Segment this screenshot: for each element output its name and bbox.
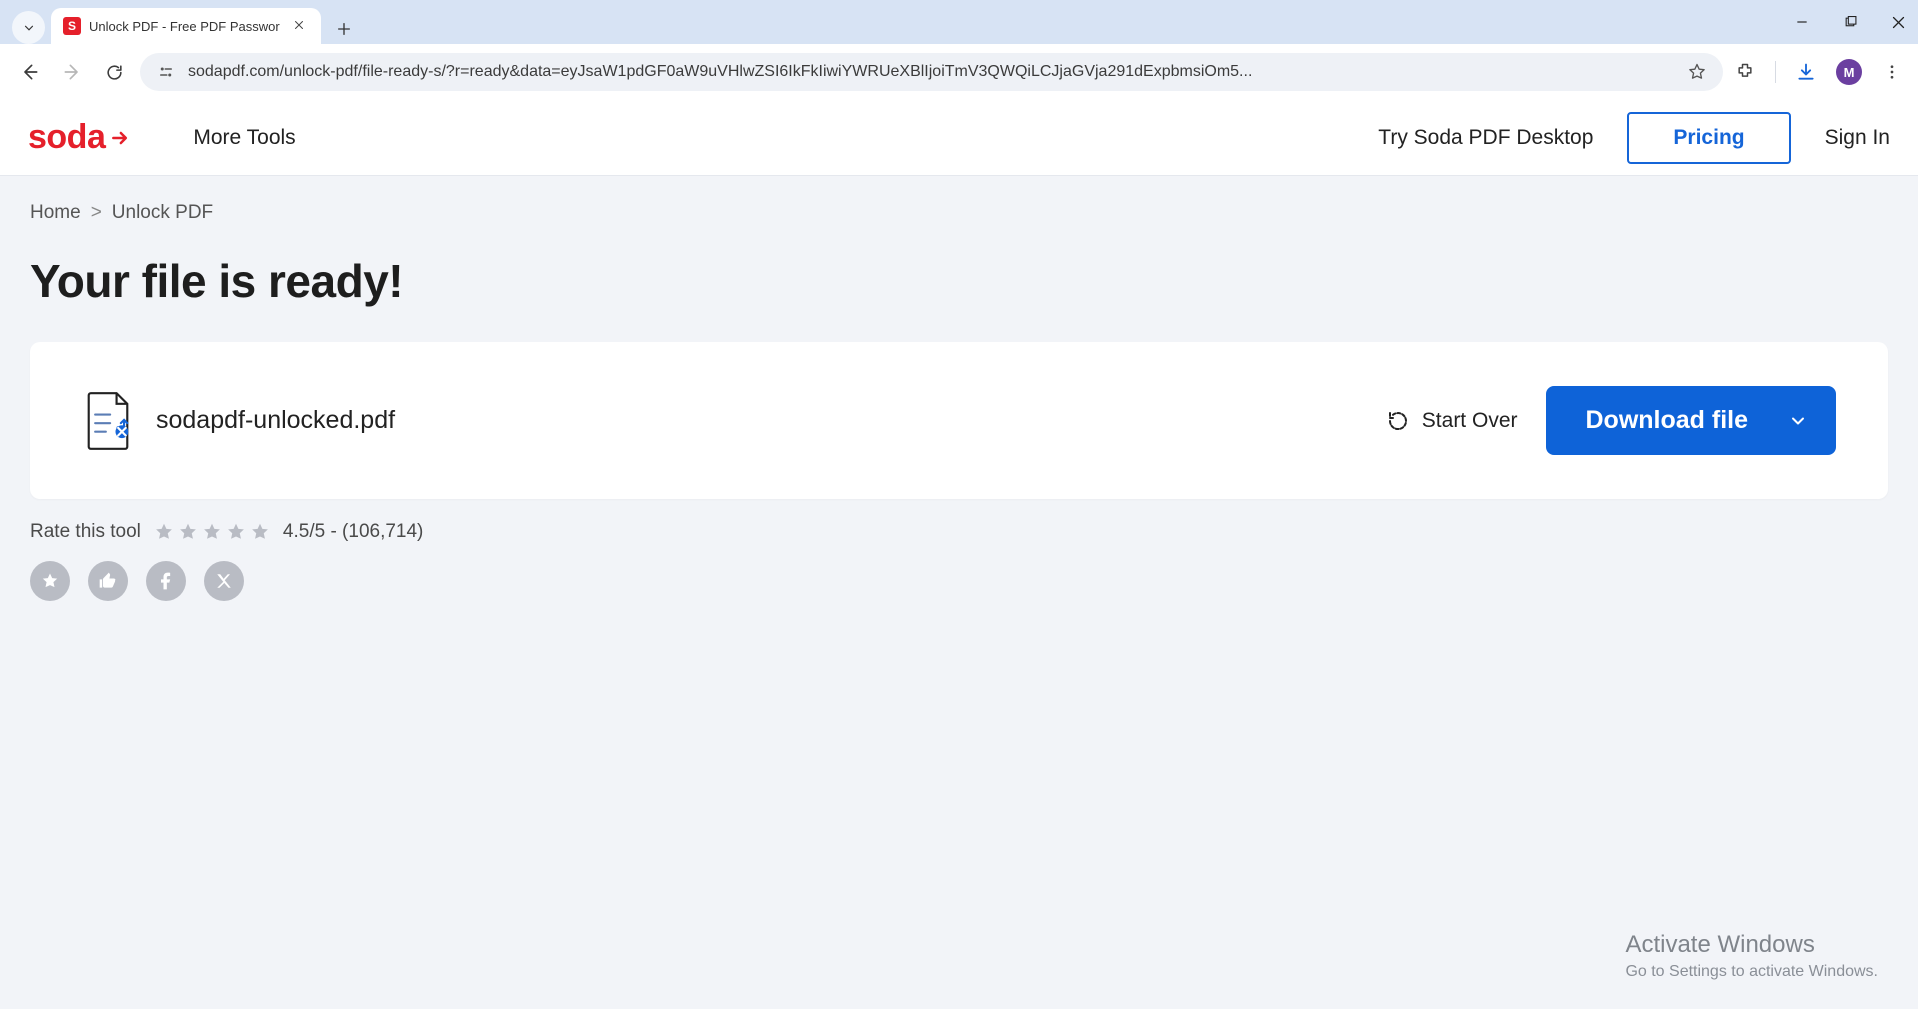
star-icon bbox=[153, 521, 175, 543]
page-viewport: soda More Tools Try Soda PDF Desktop Pri… bbox=[0, 100, 1918, 1009]
chevron-down-icon bbox=[22, 21, 36, 35]
omnibox-url: sodapdf.com/unlock-pdf/file-ready-s/?r=r… bbox=[188, 63, 1675, 81]
x-twitter-icon bbox=[215, 572, 233, 590]
share-favorite-button[interactable] bbox=[30, 561, 70, 601]
browser-chrome: S Unlock PDF - Free PDF Passwor bbox=[0, 0, 1918, 100]
new-tab-button[interactable] bbox=[329, 14, 359, 44]
tab-search-button[interactable] bbox=[12, 11, 45, 44]
window-minimize-button[interactable] bbox=[1788, 8, 1816, 36]
tab-close-button[interactable] bbox=[289, 16, 309, 36]
nav-reload-button[interactable] bbox=[98, 56, 130, 88]
star-icon bbox=[177, 521, 199, 543]
toolbar-right: M bbox=[1733, 59, 1904, 85]
link-sign-in[interactable]: Sign In bbox=[1825, 126, 1890, 150]
start-over-label: Start Over bbox=[1422, 409, 1518, 433]
breadcrumb-current: Unlock PDF bbox=[112, 202, 213, 224]
tab-favicon: S bbox=[63, 17, 81, 35]
chevron-down-icon bbox=[1788, 411, 1808, 431]
site-logo[interactable]: soda bbox=[28, 118, 133, 157]
site-header-right: Try Soda PDF Desktop Pricing Sign In bbox=[1378, 112, 1890, 164]
arrow-left-icon bbox=[20, 62, 40, 82]
page-title: Your file is ready! bbox=[30, 254, 1888, 308]
plus-icon bbox=[336, 21, 352, 37]
arrow-right-icon bbox=[107, 128, 133, 148]
share-facebook-button[interactable] bbox=[146, 561, 186, 601]
bookmark-star-icon[interactable] bbox=[1685, 60, 1709, 84]
site-header: soda More Tools Try Soda PDF Desktop Pri… bbox=[0, 100, 1918, 176]
download-button[interactable]: Download file bbox=[1546, 386, 1837, 455]
result-card: sodapdf-unlocked.pdf Start Over Download… bbox=[30, 342, 1888, 499]
share-row bbox=[30, 561, 1888, 601]
tab-title: Unlock PDF - Free PDF Passwor bbox=[89, 19, 281, 34]
file-name: sodapdf-unlocked.pdf bbox=[156, 406, 395, 435]
window-controls bbox=[1788, 0, 1912, 44]
nav-back-button[interactable] bbox=[14, 56, 46, 88]
nav-forward-button[interactable] bbox=[56, 56, 88, 88]
site-settings-icon[interactable] bbox=[154, 60, 178, 84]
breadcrumb: Home > Unlock PDF bbox=[30, 202, 1888, 224]
download-label: Download file bbox=[1586, 406, 1749, 435]
thumbs-up-icon bbox=[98, 571, 118, 591]
minimize-icon bbox=[1795, 15, 1809, 29]
window-close-button[interactable] bbox=[1884, 8, 1912, 36]
link-try-desktop[interactable]: Try Soda PDF Desktop bbox=[1378, 126, 1593, 150]
close-icon bbox=[293, 19, 305, 31]
logo-text: soda bbox=[28, 118, 105, 157]
share-like-button[interactable] bbox=[88, 561, 128, 601]
rating-row: Rate this tool 4.5/5 - (106,714) bbox=[30, 521, 1888, 543]
star-icon bbox=[225, 521, 247, 543]
separator bbox=[1775, 61, 1776, 83]
arrow-right-icon bbox=[62, 62, 82, 82]
close-icon bbox=[1891, 15, 1906, 30]
profile-avatar[interactable]: M bbox=[1836, 59, 1862, 85]
document-icon bbox=[82, 391, 134, 451]
downloads-icon[interactable] bbox=[1794, 60, 1818, 84]
address-bar: sodapdf.com/unlock-pdf/file-ready-s/?r=r… bbox=[0, 44, 1918, 100]
star-icon bbox=[201, 521, 223, 543]
rating-stars[interactable] bbox=[153, 521, 271, 543]
reload-icon bbox=[105, 63, 124, 82]
facebook-icon bbox=[156, 571, 176, 591]
extensions-icon[interactable] bbox=[1733, 60, 1757, 84]
chrome-menu-icon[interactable] bbox=[1880, 60, 1904, 84]
share-x-button[interactable] bbox=[204, 561, 244, 601]
watermark-line2: Go to Settings to activate Windows. bbox=[1625, 963, 1878, 981]
watermark-line1: Activate Windows bbox=[1625, 931, 1878, 959]
tab-strip: S Unlock PDF - Free PDF Passwor bbox=[0, 0, 1918, 44]
browser-tab[interactable]: S Unlock PDF - Free PDF Passwor bbox=[51, 8, 321, 44]
rating-score: 4.5/5 - (106,714) bbox=[283, 521, 423, 543]
windows-activation-watermark: Activate Windows Go to Settings to activ… bbox=[1625, 931, 1878, 981]
maximize-icon bbox=[1844, 16, 1857, 29]
window-maximize-button[interactable] bbox=[1836, 8, 1864, 36]
undo-icon bbox=[1386, 409, 1410, 433]
star-icon bbox=[249, 521, 271, 543]
start-over-button[interactable]: Start Over bbox=[1386, 409, 1518, 433]
card-actions: Start Over Download file bbox=[1386, 386, 1836, 455]
pricing-button[interactable]: Pricing bbox=[1627, 112, 1790, 164]
nav-more-tools[interactable]: More Tools bbox=[193, 126, 295, 150]
chevron-right-icon: > bbox=[91, 202, 102, 224]
rating-label: Rate this tool bbox=[30, 521, 141, 543]
page-content: Home > Unlock PDF Your file is ready! so… bbox=[0, 176, 1918, 641]
omnibox[interactable]: sodapdf.com/unlock-pdf/file-ready-s/?r=r… bbox=[140, 53, 1723, 91]
star-icon bbox=[40, 571, 60, 591]
file-block: sodapdf-unlocked.pdf bbox=[82, 391, 395, 451]
breadcrumb-home[interactable]: Home bbox=[30, 202, 81, 224]
